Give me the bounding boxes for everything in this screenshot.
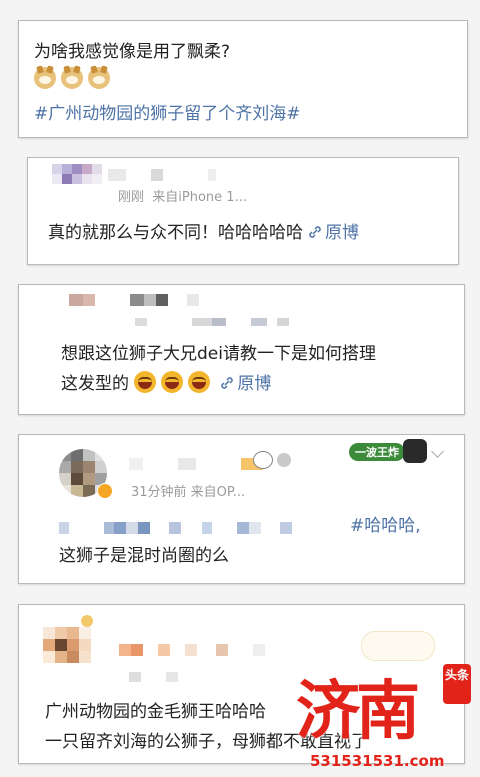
- meta-pixelated: [129, 667, 179, 686]
- link-icon: [221, 377, 234, 389]
- watermark-corner-badge: 头条: [443, 664, 471, 704]
- post-hashtag[interactable]: #广州动物园的狮子留了个齐刘海#: [34, 99, 301, 124]
- comment-card[interactable]: 刚刚 来自iPhone 1... 真的就那么与众不同！哈哈哈哈哈 原博: [27, 157, 459, 265]
- username-pixelated: [69, 291, 200, 310]
- crown-icon: [81, 615, 93, 627]
- username-pixelated: [119, 641, 266, 660]
- badge-mask-icon: [403, 439, 427, 463]
- text-pixelated: [59, 519, 293, 538]
- fan-badge: 一波王炸: [349, 443, 405, 461]
- doge-emoji-icon: [61, 67, 83, 89]
- avatar: [43, 627, 91, 663]
- original-post-link[interactable]: 原博: [237, 374, 271, 394]
- chevron-down-icon[interactable]: [431, 445, 444, 458]
- comment-meta: 刚刚 来自iPhone 1...: [118, 190, 247, 205]
- watermark-logo: 济南: [296, 674, 420, 749]
- username-pixelated: [108, 166, 217, 185]
- comment-card[interactable]: 想跟这位狮子大兄dei请教一下是如何搭理 这发型的 原博: [18, 284, 465, 415]
- username-pixelated: [129, 455, 264, 474]
- meta-pixelated: [135, 311, 290, 330]
- comment-text: 这狮子是混时尚圈的么: [59, 546, 229, 566]
- comment-hashtag-tail[interactable]: #哈哈哈,: [350, 511, 421, 541]
- original-post-card[interactable]: 为啥我感觉像是用了飘柔? #广州动物园的狮子留了个齐刘海#: [18, 20, 468, 138]
- post-text: 为啥我感觉像是用了飘柔?: [34, 42, 231, 62]
- comment-text: 想跟这位狮子大兄dei请教一下是如何搭理 这发型的 原博: [61, 344, 376, 394]
- vip-icon: [277, 453, 291, 467]
- laugh-emoji-icon: [161, 371, 184, 393]
- verified-icon: [97, 483, 113, 499]
- original-post-link[interactable]: 原博: [325, 223, 359, 243]
- comment-card[interactable]: 一波王炸 31分钟前 来自OP... #哈哈哈, 这狮子是混时尚圈的么: [18, 434, 465, 584]
- laugh-emoji-icon: [188, 371, 211, 393]
- laugh-emoji-icon: [134, 371, 157, 393]
- comment-text: 真的就那么与众不同！哈哈哈哈哈 原博: [48, 223, 359, 243]
- doge-emoji-icon: [34, 67, 56, 89]
- link-icon: [309, 226, 321, 238]
- doge-emoji-icon: [88, 67, 110, 89]
- comment-meta: 31分钟前 来自OP...: [131, 485, 246, 500]
- follow-pill[interactable]: [361, 631, 435, 661]
- avatar: [52, 164, 102, 184]
- panda-icon: [253, 451, 273, 469]
- watermark-url: 531531531.com: [310, 752, 445, 770]
- post-emoji-row: [34, 67, 115, 93]
